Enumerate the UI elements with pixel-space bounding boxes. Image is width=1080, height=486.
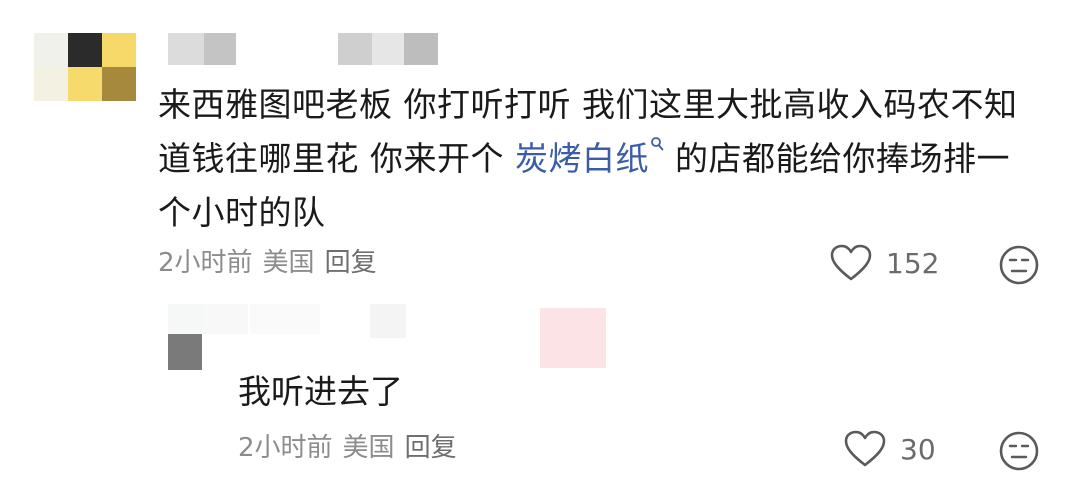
comment-like-count: 152 (886, 246, 940, 280)
comment-time: 2小时前 (158, 248, 253, 278)
reply-like-count: 30 (900, 432, 936, 466)
comment-body: 来西雅图吧老板 你打听打听 我们这里大批高收入码农不知道钱往哪里花 你来开个 炭… (158, 78, 1038, 240)
comment-avatar[interactable] (34, 33, 136, 101)
heart-outline-icon (844, 430, 886, 467)
neutral-face-icon[interactable] (998, 244, 1040, 286)
reply-location: 美国 (342, 433, 395, 463)
search-link[interactable]: 炭烤白纸 (514, 137, 664, 178)
reply-avatar[interactable] (168, 304, 248, 370)
reply-author-name[interactable] (250, 304, 610, 370)
search-icon (651, 137, 664, 151)
reply-like-button[interactable]: 30 (844, 430, 936, 468)
search-link-label: 炭烤白纸 (514, 139, 649, 178)
heart-outline-icon (830, 244, 872, 281)
comment-like-button[interactable]: 152 (830, 244, 939, 282)
comment-location: 美国 (262, 248, 315, 278)
reply-time: 2小时前 (238, 433, 333, 463)
comment-author-name[interactable] (168, 33, 438, 65)
reply-meta: 2小时前 美国 回复 (238, 432, 467, 464)
reply-reply-button[interactable]: 回复 (405, 433, 457, 463)
reply-body: 我听进去了 (238, 372, 403, 411)
comment-reply-button[interactable]: 回复 (325, 248, 377, 278)
comment-meta: 2小时前 美国 回复 (158, 247, 387, 279)
neutral-face-icon[interactable] (998, 430, 1040, 472)
